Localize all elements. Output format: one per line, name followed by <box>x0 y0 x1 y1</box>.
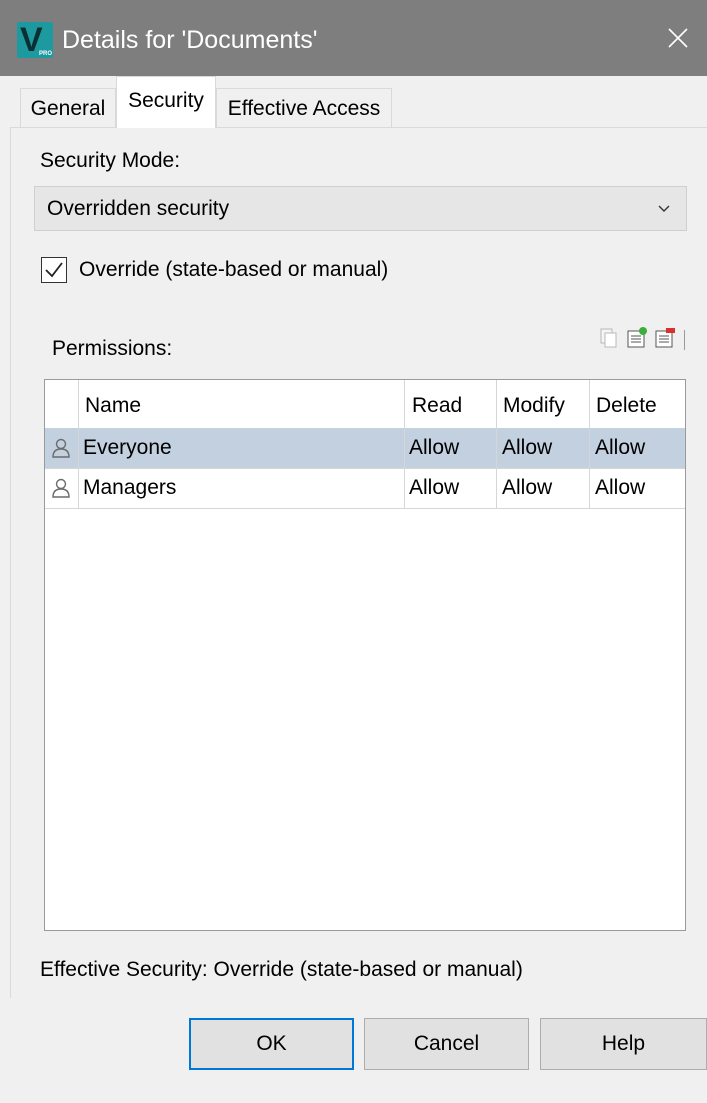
override-checkbox[interactable] <box>41 257 67 283</box>
user-icon <box>52 478 70 498</box>
app-logo-sub: PRO <box>38 51 52 57</box>
cancel-button[interactable]: Cancel <box>364 1018 529 1070</box>
tab-strip: General Security Effective Access <box>0 76 707 128</box>
remove-entry-icon[interactable] <box>654 326 676 350</box>
row-read: Allow <box>409 436 460 459</box>
user-icon <box>52 438 70 458</box>
row-modify: Allow <box>502 436 553 459</box>
checkmark-icon <box>45 262 63 278</box>
permissions-label: Permissions: <box>52 337 173 360</box>
tab-effective-access[interactable]: Effective Access <box>216 88 392 128</box>
title-bar: V PRO Details for 'Documents' <box>0 0 707 76</box>
copy-icon[interactable] <box>598 326 620 350</box>
column-divider <box>404 380 405 509</box>
column-header-name[interactable]: Name <box>85 392 141 420</box>
window-title: Details for 'Documents' <box>62 26 318 54</box>
column-divider <box>78 380 79 509</box>
toolbar-divider <box>684 330 685 350</box>
chevron-down-icon <box>658 205 670 212</box>
permissions-table[interactable]: Name Read Modify Delete Everyone Allow A… <box>44 379 686 931</box>
override-label[interactable]: Override (state-based or manual) <box>79 256 388 284</box>
effective-security-text: Effective Security: Override (state-base… <box>40 958 523 981</box>
add-entry-icon[interactable] <box>626 326 648 350</box>
close-icon <box>668 28 688 48</box>
row-delete: Allow <box>595 476 646 499</box>
security-mode-select[interactable]: Overridden security <box>34 186 687 231</box>
ok-button[interactable]: OK <box>189 1018 354 1070</box>
help-button[interactable]: Help <box>540 1018 707 1070</box>
app-logo-icon: V PRO <box>17 21 53 59</box>
column-divider <box>589 380 590 509</box>
row-delete: Allow <box>595 436 646 459</box>
column-divider <box>496 380 497 509</box>
column-header-read[interactable]: Read <box>412 392 462 420</box>
row-modify: Allow <box>502 476 553 499</box>
tab-security[interactable]: Security <box>116 76 216 128</box>
close-button[interactable] <box>649 0 707 76</box>
column-header-delete[interactable]: Delete <box>596 392 657 420</box>
row-read: Allow <box>409 476 460 499</box>
security-mode-label: Security Mode: <box>40 149 181 172</box>
tab-general[interactable]: General <box>20 88 116 128</box>
row-name: Everyone <box>83 436 172 459</box>
column-header-modify[interactable]: Modify <box>503 392 565 420</box>
security-mode-value: Overridden security <box>47 197 230 220</box>
row-name: Managers <box>83 476 177 499</box>
